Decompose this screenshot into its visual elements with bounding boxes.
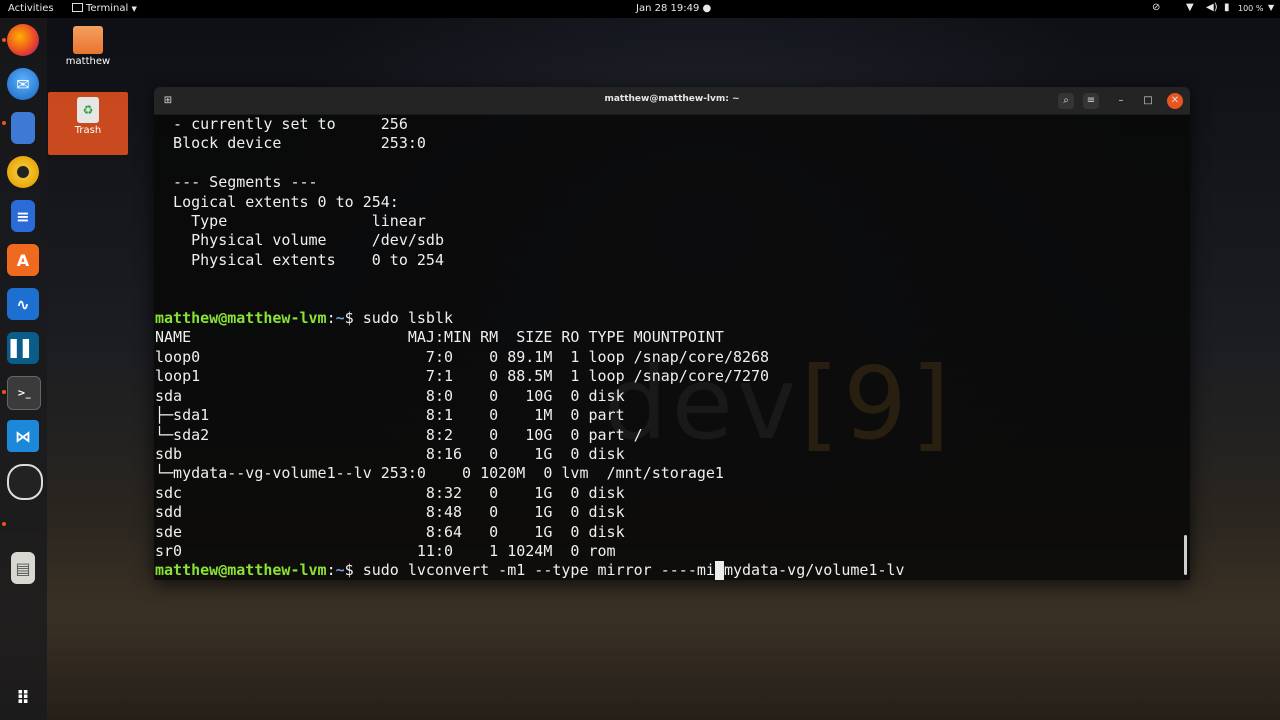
clock-label: Jan 28 19:49 — [636, 3, 700, 14]
terminal-window[interactable]: ⊞ matthew@matthew-lvm: ~ ⌕ ≡ – □ ✕ dev[9… — [154, 87, 1190, 580]
prompt-dollar: $ — [344, 309, 363, 328]
home-folder-icon — [73, 26, 103, 54]
prompt-line: matthew@matthew-lvm:~$ sudo lsblk — [155, 309, 905, 328]
output-line: - currently set to 256 — [155, 115, 408, 133]
files-icon[interactable] — [11, 112, 35, 144]
terminal-output[interactable]: - currently set to 256 Block device 253:… — [155, 115, 905, 580]
command-input-text: sudo lvconvert -m1 --type mirror ----mi — [362, 561, 715, 580]
terminal-icon[interactable]: >_ — [7, 376, 41, 410]
prompt-dollar: $ — [344, 561, 363, 580]
dock: ✉ ≡ A ∿ ▌▌ >_ ⋈ ▤ ⠿ — [0, 18, 47, 720]
text-cursor — [714, 561, 724, 580]
app-menu[interactable]: Terminal ▼ — [72, 3, 137, 15]
firefox-icon[interactable] — [7, 24, 39, 56]
minimize-icon[interactable]: – — [1113, 93, 1129, 109]
system-monitor-icon[interactable]: ∿ — [7, 288, 39, 320]
running-indicator — [2, 38, 6, 42]
network-icon[interactable]: ▼ — [1186, 2, 1194, 13]
obs-icon[interactable] — [7, 464, 43, 500]
app-grid-icon[interactable]: ⠿ — [7, 682, 39, 714]
chevron-down-icon: ▼ — [131, 5, 137, 13]
battery-icon[interactable]: ▮ — [1224, 2, 1230, 13]
lsblk-row: sr0 11:0 1 1024M 0 rom — [155, 541, 616, 560]
rhythmbox-icon[interactable] — [7, 156, 39, 188]
lsblk-row: loop0 7:0 0 89.1M 1 loop /snap/core/8268 — [155, 347, 770, 366]
active-prompt-line[interactable]: matthew@matthew-lvm:~$ sudo lvconvert -m… — [155, 561, 905, 580]
trash-label: Trash — [74, 125, 102, 136]
terminal-app-icon — [72, 3, 83, 12]
volume-icon[interactable]: ◀) — [1206, 2, 1218, 13]
search-icon[interactable]: ⌕ — [1058, 93, 1074, 109]
terminal-scrollbar[interactable] — [1184, 535, 1187, 575]
hamburger-menu-icon[interactable]: ≡ — [1083, 93, 1099, 109]
software-center-icon[interactable]: A — [7, 244, 39, 276]
lsblk-output: NAME MAJ:MIN RM SIZE RO TYPE MOUNTPOINT l… — [155, 328, 905, 561]
notification-dot-icon: ● — [702, 3, 712, 14]
bookshelf-icon[interactable]: ▌▌ — [7, 332, 39, 364]
prompt-separator: : — [326, 309, 336, 328]
lsblk-row: sdc 8:32 0 1G 0 disk — [155, 483, 625, 502]
thunderbird-icon[interactable]: ✉ — [7, 68, 39, 100]
output-line: Type linear — [155, 212, 426, 231]
clock[interactable]: Jan 28 19:49 ● — [636, 3, 711, 15]
trash-icon: ♻ — [77, 97, 99, 123]
system-menu-chevron-icon[interactable]: ▼ — [1268, 3, 1274, 12]
output-line: Physical extents 0 to 254 — [155, 250, 444, 269]
home-folder-label: matthew — [65, 56, 111, 67]
terminal-titlebar[interactable]: ⊞ matthew@matthew-lvm: ~ ⌕ ≡ – □ ✕ — [154, 87, 1190, 115]
vscode-icon[interactable]: ⋈ — [7, 420, 39, 452]
lsblk-row: sda 8:0 0 10G 0 disk — [155, 386, 625, 405]
running-indicator — [2, 522, 6, 526]
output-line: --- Segments --- — [155, 173, 318, 192]
output-line: Physical volume /dev/sdb — [155, 231, 444, 250]
terminal-title: matthew@matthew-lvm: ~ — [604, 94, 740, 104]
screen-recorder-icon[interactable]: ⊘ — [1152, 2, 1160, 13]
prompt-user: matthew@matthew-lvm — [155, 309, 327, 328]
running-indicator — [2, 390, 6, 394]
close-icon[interactable]: ✕ — [1167, 93, 1183, 109]
prompt-path: ~ — [335, 309, 345, 328]
activities-button[interactable]: Activities — [8, 3, 54, 15]
maximize-icon[interactable]: □ — [1140, 93, 1156, 109]
lsblk-row: ├─sda1 8:1 0 1M 0 part — [155, 406, 625, 425]
prompt-path: ~ — [335, 561, 345, 580]
lsblk-row: sde 8:64 0 1G 0 disk — [155, 522, 625, 541]
output-line: Logical extents 0 to 254: — [155, 192, 399, 211]
lsblk-row: loop1 7:1 0 88.5M 1 loop /snap/core/7270 — [155, 367, 770, 386]
lsblk-row: sdd 8:48 0 1G 0 disk — [155, 503, 625, 522]
lsblk-row: └─mydata--vg-volume1--lv 253:0 0 1020M 0… — [155, 464, 724, 483]
output-line: Block device 253:0 — [155, 134, 426, 153]
running-indicator — [2, 121, 6, 125]
battery-percent: 100 % — [1238, 4, 1264, 13]
files-cabinet-icon[interactable]: ▤ — [11, 552, 35, 584]
command-input-text-after: mydata-vg/volume1-lv — [723, 561, 905, 580]
lsblk-row: NAME MAJ:MIN RM SIZE RO TYPE MOUNTPOINT — [155, 328, 724, 347]
lsblk-row: └─sda2 8:2 0 10G 0 part / — [155, 425, 643, 444]
prompt-user: matthew@matthew-lvm — [155, 561, 327, 580]
desktop-home-folder[interactable]: matthew — [48, 26, 128, 67]
desktop-trash[interactable]: ♻ Trash — [48, 92, 128, 155]
command-text: sudo lsblk — [362, 309, 454, 328]
top-bar: Activities Terminal ▼ Jan 28 19:49 ● ⊘ ▼… — [0, 0, 1280, 18]
app-menu-label: Terminal — [86, 3, 129, 14]
command-output-block: - currently set to 256 Block device 253:… — [155, 115, 905, 309]
lsblk-row: sdb 8:16 0 1G 0 disk — [155, 444, 625, 463]
libreoffice-writer-icon[interactable]: ≡ — [11, 200, 35, 232]
prompt-separator: : — [326, 561, 336, 580]
